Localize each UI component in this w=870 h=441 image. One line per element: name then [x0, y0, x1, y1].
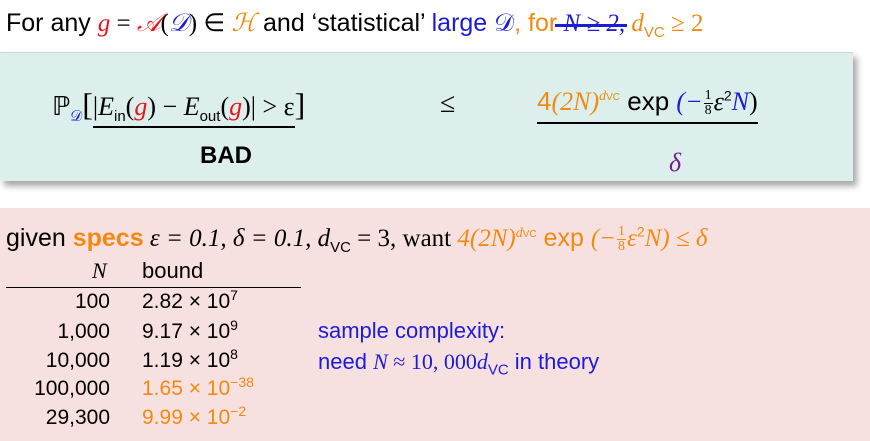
greater-than-epsilon: > ε [256, 92, 295, 121]
leq-sign: ≤ [440, 88, 456, 119]
exp-text: exp [620, 86, 677, 116]
geq-two: ≥ 2 [664, 10, 704, 37]
algorithm-symbol: 𝒜 [136, 10, 161, 37]
dvc-symbol: d [625, 10, 644, 37]
vc-subscript: VC [643, 24, 665, 41]
right-bracket: ] [294, 86, 306, 122]
table-row-n: 1,000 [57, 320, 110, 343]
bad-label: BAD [200, 142, 252, 169]
right-paren: ) [749, 87, 758, 116]
table-row-bound: 1.19 × 108 [142, 346, 238, 372]
vc-subscript-2: VC [330, 239, 351, 256]
out-subscript: out [199, 108, 221, 126]
one-eighth-fraction: 18 [703, 87, 713, 118]
want-leq-delta: ≤ δ [669, 225, 708, 252]
table-row-bound: 1.65 × 10−38 [142, 374, 254, 400]
four-coef: 4 [537, 86, 552, 116]
struck-condition: N ≥ 2, [557, 10, 626, 37]
minus-sign: − [156, 92, 184, 121]
want-exp-text: exp [536, 224, 591, 252]
delta-underbrace: 4(2N)dVC exp (− 1 8 ε2N) [537, 86, 758, 124]
square-exponent: 2 [723, 87, 732, 104]
in-subscript: in [113, 108, 126, 126]
e-in-symbol: E [98, 92, 114, 121]
column-header-bound: bound [142, 258, 204, 283]
table-row-bound: 2.82 × 107 [142, 287, 238, 313]
open-paren: ( [160, 10, 169, 37]
bad-underbrace: |Ein(g) − Eout(g)| > ε [92, 91, 295, 128]
dvc-symbol-2: d [317, 225, 331, 252]
specs-label: specs [72, 224, 144, 252]
table-header-rule [6, 287, 301, 288]
epsilon-symbol: ε [713, 87, 724, 116]
data-symbol: 𝒟 [168, 10, 189, 37]
given-specs-line: given specs ε = 0.1, δ = 0.1, dVC = 3, w… [6, 223, 708, 256]
bad-probability-expression: ℙ𝒟[|Ein(g) − Eout(g)| > ε] [52, 86, 305, 128]
sample-complexity-rule: need N ≈ 10, 000dVC in theory [318, 349, 600, 379]
table-row-bound: 9.99 × 10−2 [142, 403, 247, 429]
growth-bound-expression: 4(2N)dVC exp (− 1 8 ε2N) [537, 86, 758, 124]
minus-paren: (− [676, 87, 703, 116]
sample-complexity-label: sample complexity: [318, 318, 506, 343]
eps-delta-values: ε = 0.1, δ = 0.1, [143, 225, 318, 252]
given-text: given [6, 224, 73, 252]
table-row-n: 29,300 [45, 406, 110, 429]
e-out-symbol: E [183, 92, 200, 121]
n-symbol: N [731, 87, 750, 116]
g-in-symbol: g [134, 92, 148, 121]
for-text: for [528, 9, 558, 37]
want-fraction: 18 [617, 223, 627, 254]
large-d-text: large 𝒟 [431, 9, 515, 37]
header-prefix: For any [6, 9, 98, 37]
hypothesis-set-symbol: ℋ [231, 10, 257, 37]
table-row-n: 100,000 [34, 377, 110, 400]
probability-subscript: 𝒟 [70, 108, 83, 126]
header-line: For any g = 𝒜(𝒟) ∈ ℋ and ‘statistical’ l… [6, 8, 704, 41]
element-of: ∈ [197, 10, 232, 37]
column-header-n: N [92, 258, 107, 283]
header-and-text: and ‘statistical’ [256, 9, 432, 37]
probability-symbol: ℙ [52, 92, 71, 121]
equals-sign: = [110, 10, 137, 37]
vc-exponent-sub: VC [606, 92, 621, 104]
table-row-n: 100 [74, 290, 110, 313]
g-out-symbol: g [229, 92, 243, 121]
table-row-n: 10,000 [45, 349, 110, 372]
two-n-term: (2N) [551, 87, 600, 116]
left-bracket: [ [82, 86, 93, 122]
table-row-bound: 9.17 × 109 [142, 317, 238, 343]
delta-label: δ [669, 148, 682, 177]
close-paren: ) [188, 10, 198, 37]
g-symbol: g [97, 10, 111, 37]
dvc-equals-three: = 3, want [350, 225, 458, 252]
want-growth-term: 4(2N) [457, 225, 516, 252]
header-comma: , [514, 9, 529, 37]
